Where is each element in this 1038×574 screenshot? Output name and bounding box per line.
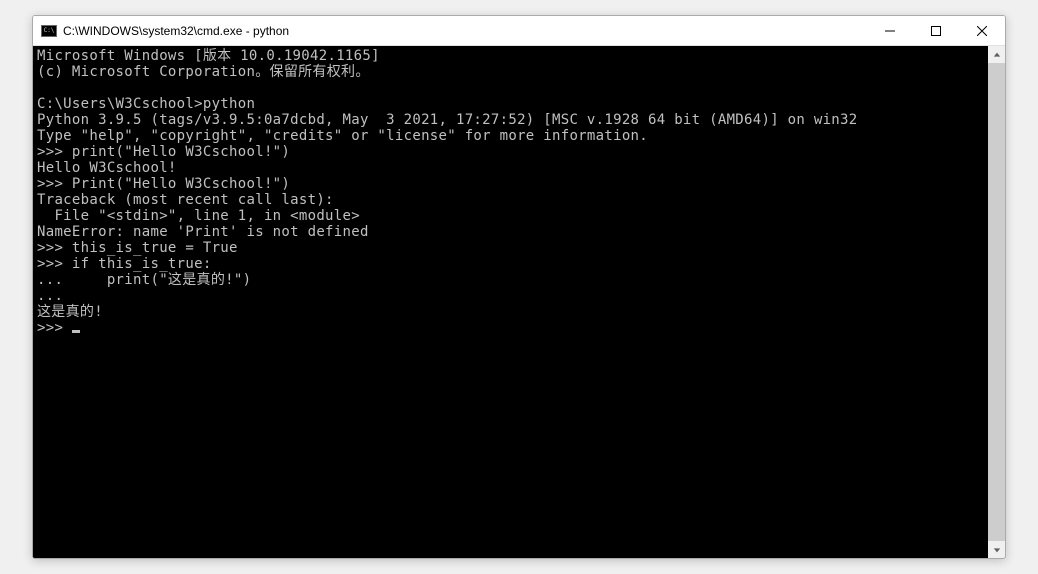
- scroll-track[interactable]: [988, 63, 1005, 541]
- minimize-button[interactable]: [867, 16, 913, 45]
- maximize-button[interactable]: [913, 16, 959, 45]
- terminal-line: NameError: name 'Print' is not defined: [37, 224, 984, 240]
- terminal-line: >>> if this_is_true:: [37, 256, 984, 272]
- terminal-line: Traceback (most recent call last):: [37, 192, 984, 208]
- terminal-line: Python 3.9.5 (tags/v3.9.5:0a7dcbd, May 3…: [37, 112, 984, 128]
- terminal-line: 这是真的!: [37, 304, 984, 320]
- scroll-up-button[interactable]: [988, 46, 1005, 63]
- cursor: [72, 330, 80, 333]
- terminal-line: ...: [37, 288, 984, 304]
- terminal-line: >>> print("Hello W3Cschool!"): [37, 144, 984, 160]
- scroll-thumb[interactable]: [988, 63, 1005, 541]
- minimize-icon: [885, 26, 895, 36]
- terminal-line: Hello W3Cschool!: [37, 160, 984, 176]
- maximize-icon: [931, 26, 941, 36]
- terminal-line: (c) Microsoft Corporation。保留所有权利。: [37, 64, 984, 80]
- terminal-line: File "<stdin>", line 1, in <module>: [37, 208, 984, 224]
- vertical-scrollbar[interactable]: [988, 46, 1005, 558]
- terminal-line: ... print("这是真的!"): [37, 272, 984, 288]
- chevron-up-icon: [993, 51, 1001, 59]
- close-button[interactable]: [959, 16, 1005, 45]
- terminal-output[interactable]: Microsoft Windows [版本 10.0.19042.1165](c…: [33, 46, 988, 558]
- terminal-line: C:\Users\W3Cschool>python: [37, 96, 984, 112]
- terminal-line: >>>: [37, 320, 984, 336]
- terminal-line: [37, 80, 984, 96]
- scroll-down-button[interactable]: [988, 541, 1005, 558]
- window-controls: [867, 16, 1005, 45]
- close-icon: [977, 26, 987, 36]
- title-left: C:\WINDOWS\system32\cmd.exe - python: [41, 24, 289, 38]
- title-bar: C:\WINDOWS\system32\cmd.exe - python: [33, 16, 1005, 46]
- terminal-line: Microsoft Windows [版本 10.0.19042.1165]: [37, 48, 984, 64]
- terminal-line: >>> Print("Hello W3Cschool!"): [37, 176, 984, 192]
- cmd-window: C:\WINDOWS\system32\cmd.exe - python Mic…: [32, 15, 1006, 559]
- content-area: Microsoft Windows [版本 10.0.19042.1165](c…: [33, 46, 1005, 558]
- window-title: C:\WINDOWS\system32\cmd.exe - python: [63, 24, 289, 38]
- terminal-line: Type "help", "copyright", "credits" or "…: [37, 128, 984, 144]
- terminal-line: >>> this_is_true = True: [37, 240, 984, 256]
- cmd-icon: [41, 25, 57, 37]
- chevron-down-icon: [993, 546, 1001, 554]
